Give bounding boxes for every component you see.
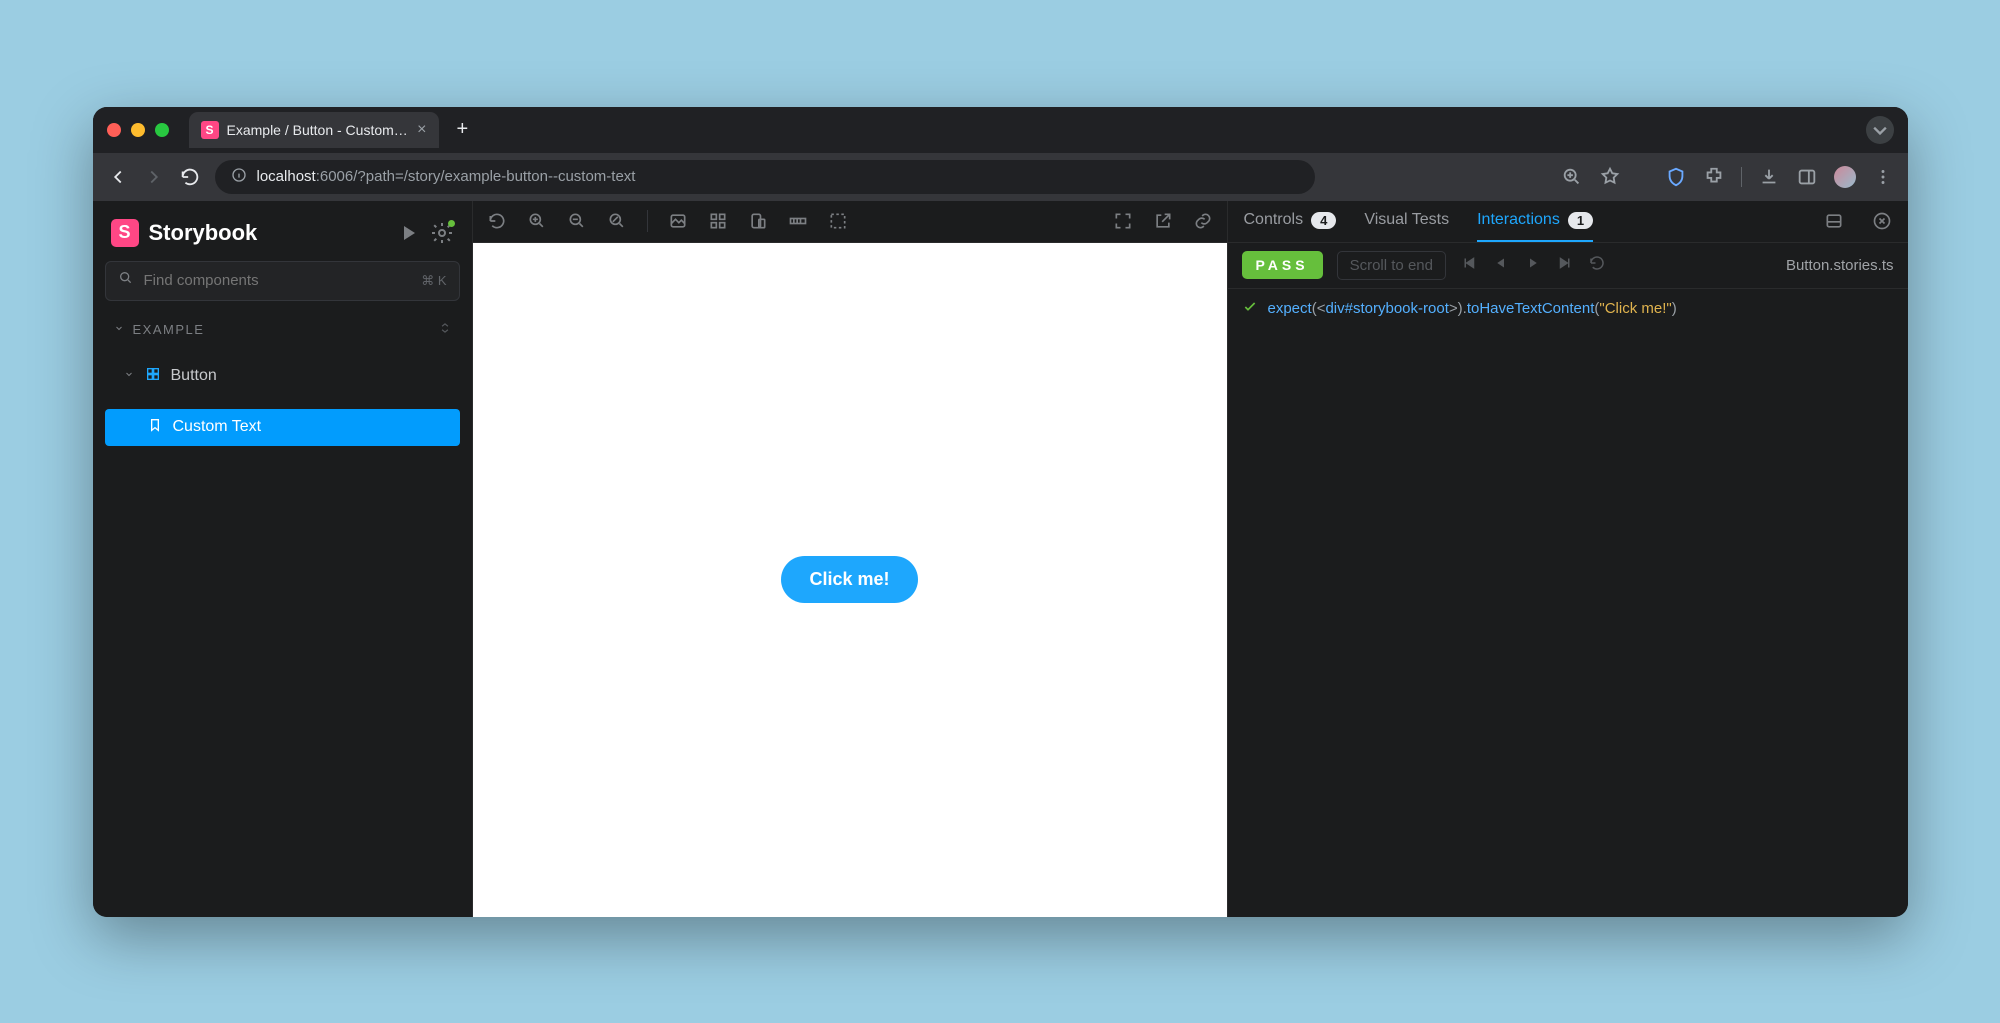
sidebar: S Storybook ⌘ K EXAMPLE Button — [93, 201, 473, 917]
minimize-window-button[interactable] — [131, 123, 145, 137]
story-canvas: Click me! — [473, 243, 1227, 917]
downloads-icon[interactable] — [1758, 166, 1780, 188]
new-tab-button[interactable]: + — [449, 118, 477, 141]
controls-count-badge: 4 — [1311, 212, 1336, 229]
close-tab-icon[interactable]: × — [417, 121, 426, 139]
check-icon — [1242, 299, 1258, 319]
addon-panel: Controls 4 Visual Tests Interactions 1 P… — [1228, 201, 1908, 917]
go-to-end-icon[interactable] — [1556, 254, 1574, 277]
browser-window: S Example / Button - Custom Te × + local… — [93, 107, 1908, 917]
sidebar-item-button[interactable]: Button — [105, 358, 460, 395]
search-input[interactable] — [144, 272, 412, 289]
tab-label: Interactions — [1477, 211, 1560, 229]
grid-icon[interactable] — [708, 211, 728, 231]
section-label: EXAMPLE — [133, 322, 205, 337]
sidebar-item-label: Custom Text — [173, 418, 262, 436]
viewport-icon[interactable] — [748, 211, 768, 231]
zoom-reset-icon[interactable] — [607, 211, 627, 231]
close-panel-icon[interactable] — [1872, 211, 1892, 231]
chevron-down-icon — [113, 322, 125, 337]
copy-link-icon[interactable] — [1193, 211, 1213, 231]
sidebar-item-label: Button — [171, 367, 217, 385]
go-to-start-icon[interactable] — [1460, 254, 1478, 277]
browser-menu-icon[interactable] — [1872, 166, 1894, 188]
tab-controls[interactable]: Controls 4 — [1244, 201, 1337, 242]
test-status-badge: PASS — [1242, 251, 1323, 279]
interactions-count-badge: 1 — [1568, 212, 1593, 229]
tab-interactions[interactable]: Interactions 1 — [1477, 201, 1593, 242]
shield-icon[interactable] — [1665, 166, 1687, 188]
tabs-overflow-icon[interactable] — [1866, 116, 1894, 144]
canvas-toolbar — [473, 201, 1227, 243]
search-shortcut: ⌘ K — [421, 273, 446, 289]
brand-label: Storybook — [149, 220, 258, 246]
zoom-in-icon[interactable] — [527, 211, 547, 231]
sidepanel-icon[interactable] — [1796, 166, 1818, 188]
storybook-favicon: S — [201, 121, 219, 139]
tab-label: Controls — [1244, 211, 1304, 229]
sidebar-section-example[interactable]: EXAMPLE — [105, 315, 460, 344]
forward-button[interactable] — [143, 166, 165, 188]
demo-button[interactable]: Click me! — [781, 556, 917, 603]
preview-panel: Click me! — [473, 201, 1228, 917]
addon-tabs: Controls 4 Visual Tests Interactions 1 — [1228, 201, 1908, 243]
browser-tab[interactable]: S Example / Button - Custom Te × — [189, 112, 439, 148]
interactions-toolbar: PASS Scroll to end Button.stories.ts — [1228, 243, 1908, 289]
search-box[interactable]: ⌘ K — [105, 261, 460, 301]
backgrounds-icon[interactable] — [668, 211, 688, 231]
tab-label: Visual Tests — [1364, 211, 1449, 229]
interactions-log: expect(<div#storybook-root>).toHaveTextC… — [1228, 289, 1908, 917]
run-tests-button[interactable] — [396, 221, 420, 245]
outline-icon[interactable] — [828, 211, 848, 231]
collapse-expand-icon[interactable] — [438, 321, 452, 338]
step-forward-icon[interactable] — [1524, 254, 1542, 277]
sidebar-item-custom-text[interactable]: Custom Text — [105, 409, 460, 446]
tab-title: Example / Button - Custom Te — [227, 122, 410, 138]
browser-tabstrip: S Example / Button - Custom Te × + — [93, 107, 1908, 153]
extensions-icon[interactable] — [1703, 166, 1725, 188]
fullscreen-icon[interactable] — [1113, 211, 1133, 231]
url-text: localhost:6006/?path=/story/example-butt… — [257, 168, 636, 185]
profile-avatar[interactable] — [1834, 166, 1856, 188]
reload-button[interactable] — [179, 166, 201, 188]
chevron-down-icon — [123, 367, 135, 385]
close-window-button[interactable] — [107, 123, 121, 137]
storybook-logo: S — [111, 219, 139, 247]
component-icon — [145, 366, 161, 387]
bookmark-icon — [147, 417, 163, 438]
back-button[interactable] — [107, 166, 129, 188]
maximize-window-button[interactable] — [155, 123, 169, 137]
tab-visual-tests[interactable]: Visual Tests — [1364, 201, 1449, 242]
storybook-app: S Storybook ⌘ K EXAMPLE Button — [93, 201, 1908, 917]
story-filename: Button.stories.ts — [1786, 257, 1894, 274]
rerun-icon[interactable] — [1588, 254, 1606, 277]
scroll-to-end-button[interactable]: Scroll to end — [1337, 251, 1446, 280]
site-info-icon[interactable] — [231, 167, 247, 187]
open-new-tab-icon[interactable] — [1153, 211, 1173, 231]
remount-icon[interactable] — [487, 211, 507, 231]
sidebar-header: S Storybook — [105, 219, 460, 247]
address-bar[interactable]: localhost:6006/?path=/story/example-butt… — [215, 160, 1315, 194]
window-controls — [107, 123, 169, 137]
bookmark-icon[interactable] — [1599, 166, 1621, 188]
log-code: expect(<div#storybook-root>).toHaveTextC… — [1268, 300, 1677, 317]
panel-position-icon[interactable] — [1824, 211, 1844, 231]
measure-icon[interactable] — [788, 211, 808, 231]
log-entry[interactable]: expect(<div#storybook-root>).toHaveTextC… — [1242, 299, 1894, 319]
search-icon — [118, 270, 134, 291]
browser-toolbar: localhost:6006/?path=/story/example-butt… — [93, 153, 1908, 201]
zoom-out-icon[interactable] — [567, 211, 587, 231]
step-back-icon[interactable] — [1492, 254, 1510, 277]
settings-button[interactable] — [430, 221, 454, 245]
zoom-icon[interactable] — [1561, 166, 1583, 188]
